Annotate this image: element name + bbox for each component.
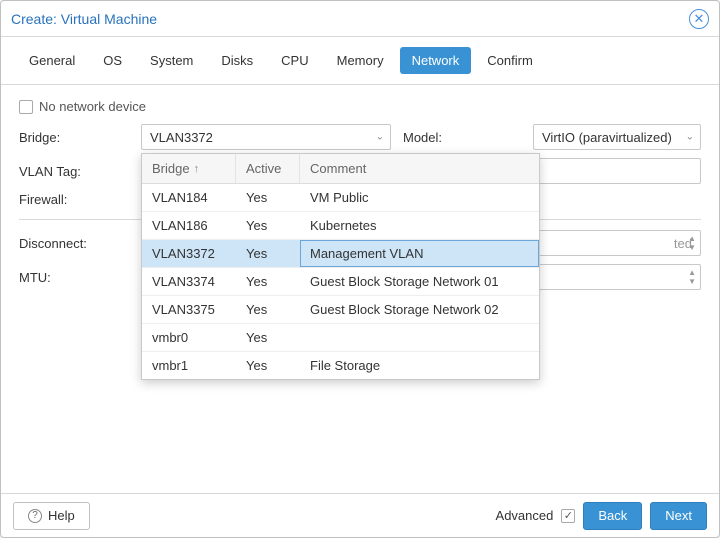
cell-active: Yes	[236, 296, 300, 323]
tab-cpu[interactable]: CPU	[269, 47, 320, 74]
tab-confirm[interactable]: Confirm	[475, 47, 545, 74]
bridge-value: VLAN3372	[150, 130, 213, 145]
dropdown-row[interactable]: VLAN186YesKubernetes	[142, 212, 539, 240]
model-select[interactable]: VirtIO (paravirtualized) ⌄	[533, 124, 701, 150]
cell-active: Yes	[236, 324, 300, 351]
col-bridge-label: Bridge	[152, 161, 190, 176]
spinner-icon[interactable]: ▲▼	[688, 265, 696, 289]
back-label: Back	[598, 508, 627, 523]
cell-bridge: VLAN184	[142, 184, 236, 211]
next-button[interactable]: Next	[650, 502, 707, 530]
cell-bridge: VLAN3372	[142, 240, 236, 267]
dialog-body: No network device Bridge: VLAN3372 ⌄ Mod…	[1, 85, 719, 493]
spinner-icon[interactable]: ▲▼	[688, 231, 696, 255]
cell-comment	[300, 324, 539, 351]
no-network-label: No network device	[39, 99, 146, 114]
chevron-down-icon: ⌄	[376, 132, 384, 143]
dropdown-row[interactable]: vmbr0Yes	[142, 324, 539, 352]
no-network-row: No network device	[19, 99, 701, 114]
dropdown-rows: VLAN184YesVM PublicVLAN186YesKubernetesV…	[142, 184, 539, 379]
tab-general[interactable]: General	[17, 47, 87, 74]
cell-comment: Guest Block Storage Network 02	[300, 296, 539, 323]
dropdown-row[interactable]: VLAN184YesVM Public	[142, 184, 539, 212]
col-bridge-header[interactable]: Bridge ↑	[142, 154, 236, 183]
vlan-tag-label: VLAN Tag:	[19, 164, 129, 179]
back-button[interactable]: Back	[583, 502, 642, 530]
dropdown-header: Bridge ↑ Active Comment	[142, 154, 539, 184]
chevron-down-icon: ⌄	[686, 132, 694, 143]
cell-comment: Management VLAN	[300, 240, 539, 267]
cell-active: Yes	[236, 268, 300, 295]
advanced-label: Advanced	[496, 508, 554, 523]
tab-memory[interactable]: Memory	[325, 47, 396, 74]
cell-bridge: VLAN3374	[142, 268, 236, 295]
cell-comment: File Storage	[300, 352, 539, 379]
tab-bar: General OS System Disks CPU Memory Netwo…	[1, 37, 719, 85]
cell-active: Yes	[236, 212, 300, 239]
cell-active: Yes	[236, 240, 300, 267]
cell-bridge: VLAN186	[142, 212, 236, 239]
close-icon: ✕	[694, 11, 705, 27]
bridge-dropdown: Bridge ↑ Active Comment VLAN184YesVM Pub…	[141, 153, 540, 380]
no-network-checkbox[interactable]	[19, 100, 33, 114]
firewall-label: Firewall:	[19, 192, 129, 207]
dropdown-row[interactable]: VLAN3375YesGuest Block Storage Network 0…	[142, 296, 539, 324]
cell-comment: Guest Block Storage Network 01	[300, 268, 539, 295]
help-icon: ?	[28, 509, 42, 523]
next-label: Next	[665, 508, 692, 523]
tab-network[interactable]: Network	[400, 47, 472, 74]
sort-asc-icon: ↑	[194, 163, 200, 175]
bridge-select[interactable]: VLAN3372 ⌄	[141, 124, 391, 150]
close-button[interactable]: ✕	[689, 9, 709, 29]
dropdown-row[interactable]: VLAN3372YesManagement VLAN	[142, 240, 539, 268]
mac-address-input[interactable]	[533, 158, 701, 184]
mtu-label: MTU:	[19, 270, 129, 285]
tab-disks[interactable]: Disks	[209, 47, 265, 74]
bridge-label: Bridge:	[19, 130, 129, 145]
advanced-checkbox[interactable]: ✓	[561, 509, 575, 523]
cell-comment: Kubernetes	[300, 212, 539, 239]
tab-system[interactable]: System	[138, 47, 205, 74]
tab-os[interactable]: OS	[91, 47, 134, 74]
create-vm-dialog: Create: Virtual Machine ✕ General OS Sys…	[0, 0, 720, 538]
model-value: VirtIO (paravirtualized)	[542, 130, 672, 145]
cell-active: Yes	[236, 184, 300, 211]
dialog-footer: ? Help Advanced ✓ Back Next	[1, 493, 719, 537]
cell-comment: VM Public	[300, 184, 539, 211]
cell-bridge: VLAN3375	[142, 296, 236, 323]
dropdown-row[interactable]: VLAN3374YesGuest Block Storage Network 0…	[142, 268, 539, 296]
model-label: Model:	[403, 130, 521, 145]
col-comment-header[interactable]: Comment	[300, 154, 539, 183]
cell-active: Yes	[236, 352, 300, 379]
dropdown-row[interactable]: vmbr1YesFile Storage	[142, 352, 539, 379]
help-label: Help	[48, 508, 75, 523]
help-button[interactable]: ? Help	[13, 502, 90, 530]
dialog-title: Create: Virtual Machine	[11, 11, 157, 27]
cell-bridge: vmbr0	[142, 324, 236, 351]
titlebar: Create: Virtual Machine ✕	[1, 1, 719, 37]
disconnect-label: Disconnect:	[19, 236, 129, 251]
cell-bridge: vmbr1	[142, 352, 236, 379]
col-active-header[interactable]: Active	[236, 154, 300, 183]
